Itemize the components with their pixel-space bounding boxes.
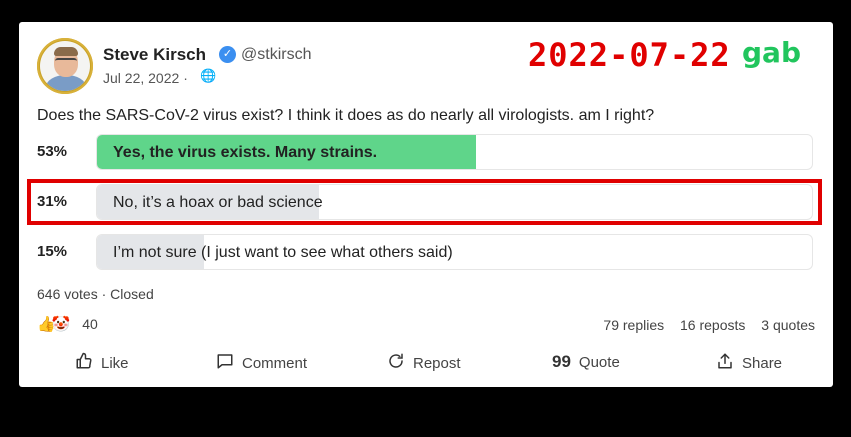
comment-button[interactable]: Comment [216,352,307,375]
quote-button[interactable]: 99 Quote [552,352,620,372]
replies-count[interactable]: 79 replies [603,317,664,333]
poll-option-bar: I’m not sure (I just want to see what ot… [96,234,813,270]
author-handle[interactable]: @stkirsch [241,46,311,64]
clown-reaction-icon: 🤡 [51,316,71,333]
poll-option-bar: Yes, the virus exists. Many strains. [96,134,813,170]
site-label-overlay: gab [742,36,801,69]
share-icon [716,352,734,375]
quotes-count[interactable]: 3 quotes [761,317,815,333]
post-date[interactable]: Jul 22, 2022 · [103,70,188,86]
comment-icon [216,352,234,375]
poll-option-label: Yes, the virus exists. Many strains. [113,144,378,161]
reposts-count[interactable]: 16 reposts [680,317,745,333]
verified-badge-icon: ✓ [219,46,236,63]
author-name[interactable]: Steve Kirsch [103,45,206,65]
thumbs-up-icon [75,352,93,375]
date-separator: · [183,70,188,86]
share-button[interactable]: Share [716,352,782,375]
vote-count: 646 votes [37,286,98,302]
repost-icon [387,352,405,375]
globe-icon: 🌐 [200,68,217,83]
reactions-summary[interactable]: 👍🤡 40 [37,315,98,333]
poll-status: Closed [110,286,154,302]
avatar[interactable] [37,38,93,94]
post-date-text: Jul 22, 2022 [103,70,180,86]
reaction-count: 40 [82,316,98,332]
poll-option-percent: 53% [37,143,68,160]
poll-option-percent: 15% [37,243,68,260]
poll-option-3: 15% I’m not sure (I just want to see wha… [37,234,813,270]
poll-summary: 646 votes · Closed [37,286,154,302]
poll-option-1: 53% Yes, the virus exists. Many strains. [37,134,813,170]
share-label: Share [742,355,783,372]
action-bar: Like Comment Repost 99 Quote Share [37,352,813,374]
date-stamp-overlay: 2022-07-22 [528,36,731,74]
repost-label: Repost [413,355,461,372]
comment-label: Comment [242,355,308,372]
post-text: Does the SARS-CoV-2 virus exist? I think… [37,107,655,124]
poll-option-label: I’m not sure (I just want to see what ot… [113,244,453,261]
highlight-box-overlay [27,179,822,225]
post-card: Steve Kirsch ✓ @stkirsch Jul 22, 2022 · … [19,22,833,387]
like-label: Like [101,355,129,372]
engagement-stats: 79 replies 16 reposts 3 quotes [591,317,815,333]
like-button[interactable]: Like [75,352,129,375]
quote-icon: 99 [552,352,571,371]
poll-separator: · [101,286,107,302]
quote-label: Quote [578,353,620,371]
repost-button[interactable]: Repost [387,352,461,375]
